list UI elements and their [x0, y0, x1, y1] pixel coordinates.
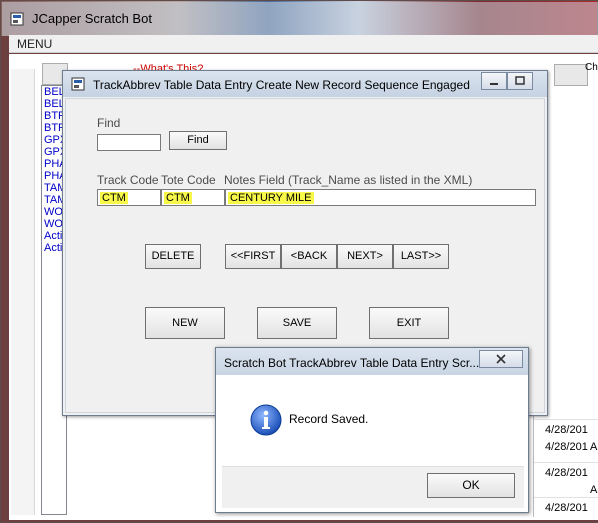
exit-button[interactable]: EXIT	[369, 307, 449, 339]
track-code-label: Track Code	[97, 173, 159, 187]
row-date: 4/28/201	[545, 467, 588, 479]
row-date: 4/28/201	[545, 441, 588, 453]
next-button[interactable]: NEXT>	[337, 244, 393, 269]
notes-value: CENTURY MILE	[228, 192, 314, 204]
table-row: 4/28/201	[534, 462, 598, 484]
message-box-footer: OK	[222, 466, 524, 508]
dialog-title-bar[interactable]: TrackAbbrev Table Data Entry Create New …	[63, 71, 547, 97]
track-code-value: CTM	[100, 192, 128, 204]
main-title-bar: JCapper Scratch Bot	[2, 2, 598, 36]
menu-bar: MENU	[9, 35, 598, 53]
first-button[interactable]: <<FIRST	[225, 244, 281, 269]
track-code-input[interactable]: CTM	[97, 189, 161, 206]
main-title: JCapper Scratch Bot	[32, 11, 152, 26]
close-button[interactable]	[479, 350, 523, 368]
back-button[interactable]: <BACK	[281, 244, 337, 269]
dialog-title: TrackAbbrev Table Data Entry Create New …	[93, 78, 470, 92]
minimize-button[interactable]	[481, 72, 507, 90]
row-date: 4/28/201	[545, 424, 588, 436]
info-icon	[250, 404, 282, 436]
last-button[interactable]: LAST>>	[393, 244, 449, 269]
close-icon	[496, 354, 506, 364]
notes-field-label: Notes Field (Track_Name as listed in the…	[224, 173, 473, 187]
table-row: 4/28/201	[534, 441, 598, 463]
table-row: 4/28/201	[534, 497, 598, 517]
tote-code-input[interactable]: CTM	[161, 189, 225, 206]
find-input[interactable]	[97, 134, 161, 151]
record-saved-message-box: Scratch Bot TrackAbbrev Table Data Entry…	[215, 347, 529, 513]
left-strip	[11, 69, 35, 515]
menu-item-menu[interactable]: MENU	[17, 37, 52, 51]
row-fragment: A	[590, 484, 598, 496]
find-label: Find	[97, 116, 121, 130]
table-row: 4/28/201	[534, 419, 598, 441]
minimize-icon	[490, 83, 498, 85]
maximize-button[interactable]	[507, 72, 533, 90]
message-box-title: Scratch Bot TrackAbbrev Table Data Entry…	[224, 356, 480, 370]
new-button[interactable]: NEW	[145, 307, 225, 339]
tote-code-label: Tote Code	[161, 173, 216, 187]
background-tab-right[interactable]	[554, 64, 588, 86]
background-tab-ch-label: Ch	[585, 62, 598, 73]
app-icon	[71, 77, 85, 91]
maximize-icon	[515, 76, 525, 85]
tote-code-value: CTM	[164, 192, 192, 204]
row-date: 4/28/201	[545, 502, 588, 514]
app-icon	[10, 12, 24, 26]
find-button[interactable]: Find	[169, 131, 227, 150]
message-text: Record Saved.	[289, 412, 369, 426]
save-button[interactable]: SAVE	[257, 307, 337, 339]
delete-button[interactable]: DELETE	[145, 244, 201, 269]
message-box-title-bar[interactable]: Scratch Bot TrackAbbrev Table Data Entry…	[216, 348, 528, 375]
notes-input[interactable]: CENTURY MILE	[225, 189, 536, 206]
ok-button[interactable]: OK	[427, 473, 515, 498]
